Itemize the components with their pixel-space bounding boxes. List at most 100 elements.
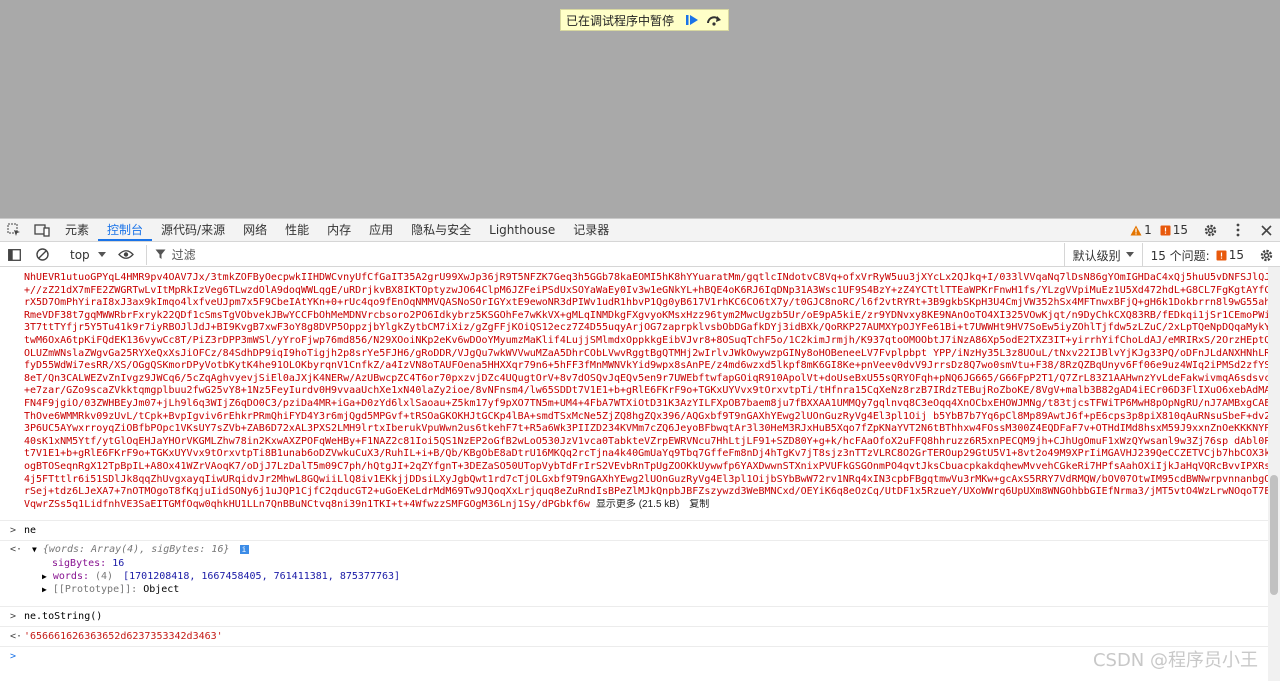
tab-sources[interactable]: 源代码/来源 [152,219,234,241]
hex-line: 3T7ttTYfjr5Y5Tu41k9r7iyRBOJlJdJ+BI9KvgB7… [24,322,1268,335]
warning-icon [1130,225,1142,235]
copy-link[interactable]: 复制 [689,499,709,510]
console-toolbar: top 过滤 默认级别 15 个问题: 15 [0,243,1280,267]
collapse-triangle-icon: ▶ [42,572,47,581]
prototype-property[interactable]: ▶ [[Prototype]]: Object [42,584,179,595]
errors-badge[interactable]: 15 [1160,223,1188,237]
hex-line-text: RmeVDF38t7gqMWWRbrFxryk22QDf1cSmsTgVObve… [24,309,1268,321]
hex-line-text: OLUZmWNslaZWgvGa25RYXeQxXsJiOFCz/84SdhDP… [24,347,1268,359]
context-selector[interactable]: top [64,245,112,265]
log-level-label: 默认级别 [1072,248,1121,263]
tab-lighthouse[interactable]: Lighthouse [480,219,564,241]
inspect-icon [7,223,20,236]
step-over-icon [707,16,722,26]
object-summary: {words: Array(4), sigBytes: 16} [42,544,230,555]
tab-elements[interactable]: 元素 [56,219,98,241]
hex-line-text: rSej+tdz6LJeXA7+7nOTMOgoT8fKqjuIidSONy6j… [24,486,1268,498]
string-result-row: <· '656661626363652d6237353342d3463' [0,626,1268,646]
info-badge: i [239,545,249,554]
tabbar-right: 1 15 [1130,219,1280,241]
filter-icon [155,249,166,259]
clear-console-button[interactable] [28,244,56,266]
words-property[interactable]: ▶ words: (4) [1701208418, 1667458405, 76… [42,571,400,582]
tab-privacy-security[interactable]: 隐私与安全 [402,219,480,241]
hex-line: t7V1E1+b+gRlE6FKrF9o+TGKxUYVvx9tOrxvtpTi… [24,448,1268,461]
result-arrow-icon: <· [10,631,23,642]
show-more-link[interactable]: 显示更多 (21.5 kB) [596,499,679,510]
settings-button[interactable] [1196,219,1224,241]
error-icon [1216,250,1227,260]
result-arrow-icon: <· [10,544,23,555]
hex-line-text: t7V1E1+b+gRlE6FKrF9o+TGKxUYVvx9tOrxvtpTi… [24,448,1268,460]
context-label: top [70,247,90,262]
hex-line-text: ogBTOSeqnRgX12TpBpIL+A8Ox41WZrVAoqK7/oDj… [24,460,1268,472]
object-result-row: <· ▼ {words: Array(4), sigBytes: 16} i s… [0,540,1268,606]
tab-application[interactable]: 应用 [360,219,402,241]
hex-line-text: fyD55WdWi7esRR/XS/OGgQSKmorDPyVotbKytK4h… [24,360,1268,372]
resume-icon [686,15,699,25]
hex-line-text: 40sK1xNM5Ytf/ytGlOqEHJaYHOrVKGMLZhw78in2… [24,435,1268,447]
device-toolbar-button[interactable] [28,219,56,241]
collapse-triangle-icon: ▶ [42,585,47,594]
eye-icon [117,250,134,259]
words-length: (4) [95,571,114,582]
hex-line: FN4F9jgiO/03ZWHBEyJm07+jLh9l6q3WIjZ6qDO0… [24,398,1268,411]
hex-line: 3P6UC5AYwxrroyqZiOBfbPOpc1VKsUY7sZVb+ZAB… [24,423,1268,436]
resume-button[interactable] [682,11,702,29]
tab-network[interactable]: 网络 [234,219,276,241]
warnings-badge[interactable]: 1 [1130,223,1152,237]
device-icon [34,224,50,237]
kebab-icon [1236,223,1240,237]
hex-line: 40sK1xNM5Ytf/ytGlOqEHJaYHOrVKGMLZhw78in2… [24,436,1268,449]
hex-line: 8eT/Qn3CALWEZvZnIvgz9JWCq6/5cZqAghvyevjS… [24,373,1268,386]
hex-line-text: 4j5FTttlr6i51SDlJk8qqZhUvgxayqIiwURqidvJ… [24,473,1268,485]
gear-icon [1204,224,1216,236]
console-input-row: > ne.toString() [0,606,1268,626]
hex-line-text: 3T7ttTYfjr5Y5Tu41k9r7iyRBOJlJdJ+BI9KvgB7… [24,322,1268,334]
hex-line: VqwrZSs5q1LidfnhVE3SaEITGMfOqw0qhkHU1LLn… [24,499,1268,512]
live-expression-button[interactable] [112,244,140,266]
chevron-down-icon [1125,252,1134,257]
long-string-output: NhUEVR1utuoGPYqL4HMR9pv4OAV7Jx/3tmkZOFBy… [24,267,1268,515]
object-summary-line[interactable]: ▼ {words: Array(4), sigBytes: 16} i [32,544,249,555]
paused-in-debugger-banner: 已在调试程序中暂停 [560,9,730,31]
step-over-button[interactable] [704,11,724,29]
toolbar-right: 默认级别 15 个问题: 15 [1063,243,1280,267]
close-devtools-button[interactable] [1252,219,1280,241]
console-input-row: > ne [0,520,1268,540]
page-viewport: 已在调试程序中暂停 [0,0,1280,218]
inspect-element-button[interactable] [0,219,28,241]
watermark: CSDN @程序员小王 [1092,650,1258,671]
console-scrollbar[interactable] [1268,267,1280,681]
console-prompt[interactable]: > [0,646,1268,668]
hex-line: RmeVDF38t7gqMWWRbrFxryk22QDf1cSmsTgVObve… [24,310,1268,323]
sidebar-toggle-button[interactable] [0,244,28,266]
clear-icon [35,248,49,261]
hex-line-text: +e7zar/GZo9scaZVkktqmgplbuu2fwG25vY8+1Nz… [24,385,1268,397]
hex-line-text: VqwrZSs5q1LidfnhVE3SaEITGMfOqw0qhkHU1LLn… [24,498,590,510]
console-output: NhUEVR1utuoGPYqL4HMR9pv4OAV7Jx/3tmkZOFBy… [0,267,1268,681]
tab-memory[interactable]: 内存 [318,219,360,241]
prototype-value: Object [143,584,180,595]
words-value: [1701208418, 1667458405, 761411381, 8753… [123,571,401,582]
more-options-button[interactable] [1224,219,1252,241]
hex-line-text: rX5D7OmPhYiraI8xJ3ax9kImqo4lxfveUJpm7x5F… [24,297,1268,309]
console-settings-button[interactable] [1252,244,1280,266]
log-level-selector[interactable]: 默认级别 [1063,243,1142,267]
devtools-tabbar: 元素 控制台 源代码/来源 网络 性能 内存 应用 隐私与安全 Lighthou… [0,219,1280,242]
error-icon [1160,225,1171,235]
tab-console[interactable]: 控制台 [98,219,153,241]
hex-line: ThOve6WMMRkv09zUvL/tCpk+BvpIgviv6rEhkrPR… [24,411,1268,424]
hex-line: ogBTOSeqnRgX12TpBpIL+A8Ox41WZrVAoqK7/oDj… [24,461,1268,474]
console-filter-field[interactable]: 过滤 [145,244,1076,265]
paused-text: 已在调试程序中暂停 [566,13,675,28]
hex-line: twM6OxA6tpKiFQdEK136vywCc8T/PiZ3rDPP3mWS… [24,335,1268,348]
hex-line: rSej+tdz6LJeXA7+7nOTMOgoT8fKqjuIidSONy6j… [24,486,1268,499]
issues-counter[interactable]: 15 个问题: 15 [1141,243,1252,267]
sigbytes-key: sigBytes: [52,558,107,569]
tab-performance[interactable]: 性能 [276,219,318,241]
hex-line: fyD55WdWi7esRR/XS/OGgQSKmorDPyVotbKytK4h… [24,360,1268,373]
hex-line: rX5D7OmPhYiraI8xJ3ax9kImqo4lxfveUJpm7x5F… [24,297,1268,310]
tab-recorder[interactable]: 记录器 [564,219,618,241]
scrollbar-thumb[interactable] [1270,475,1278,595]
